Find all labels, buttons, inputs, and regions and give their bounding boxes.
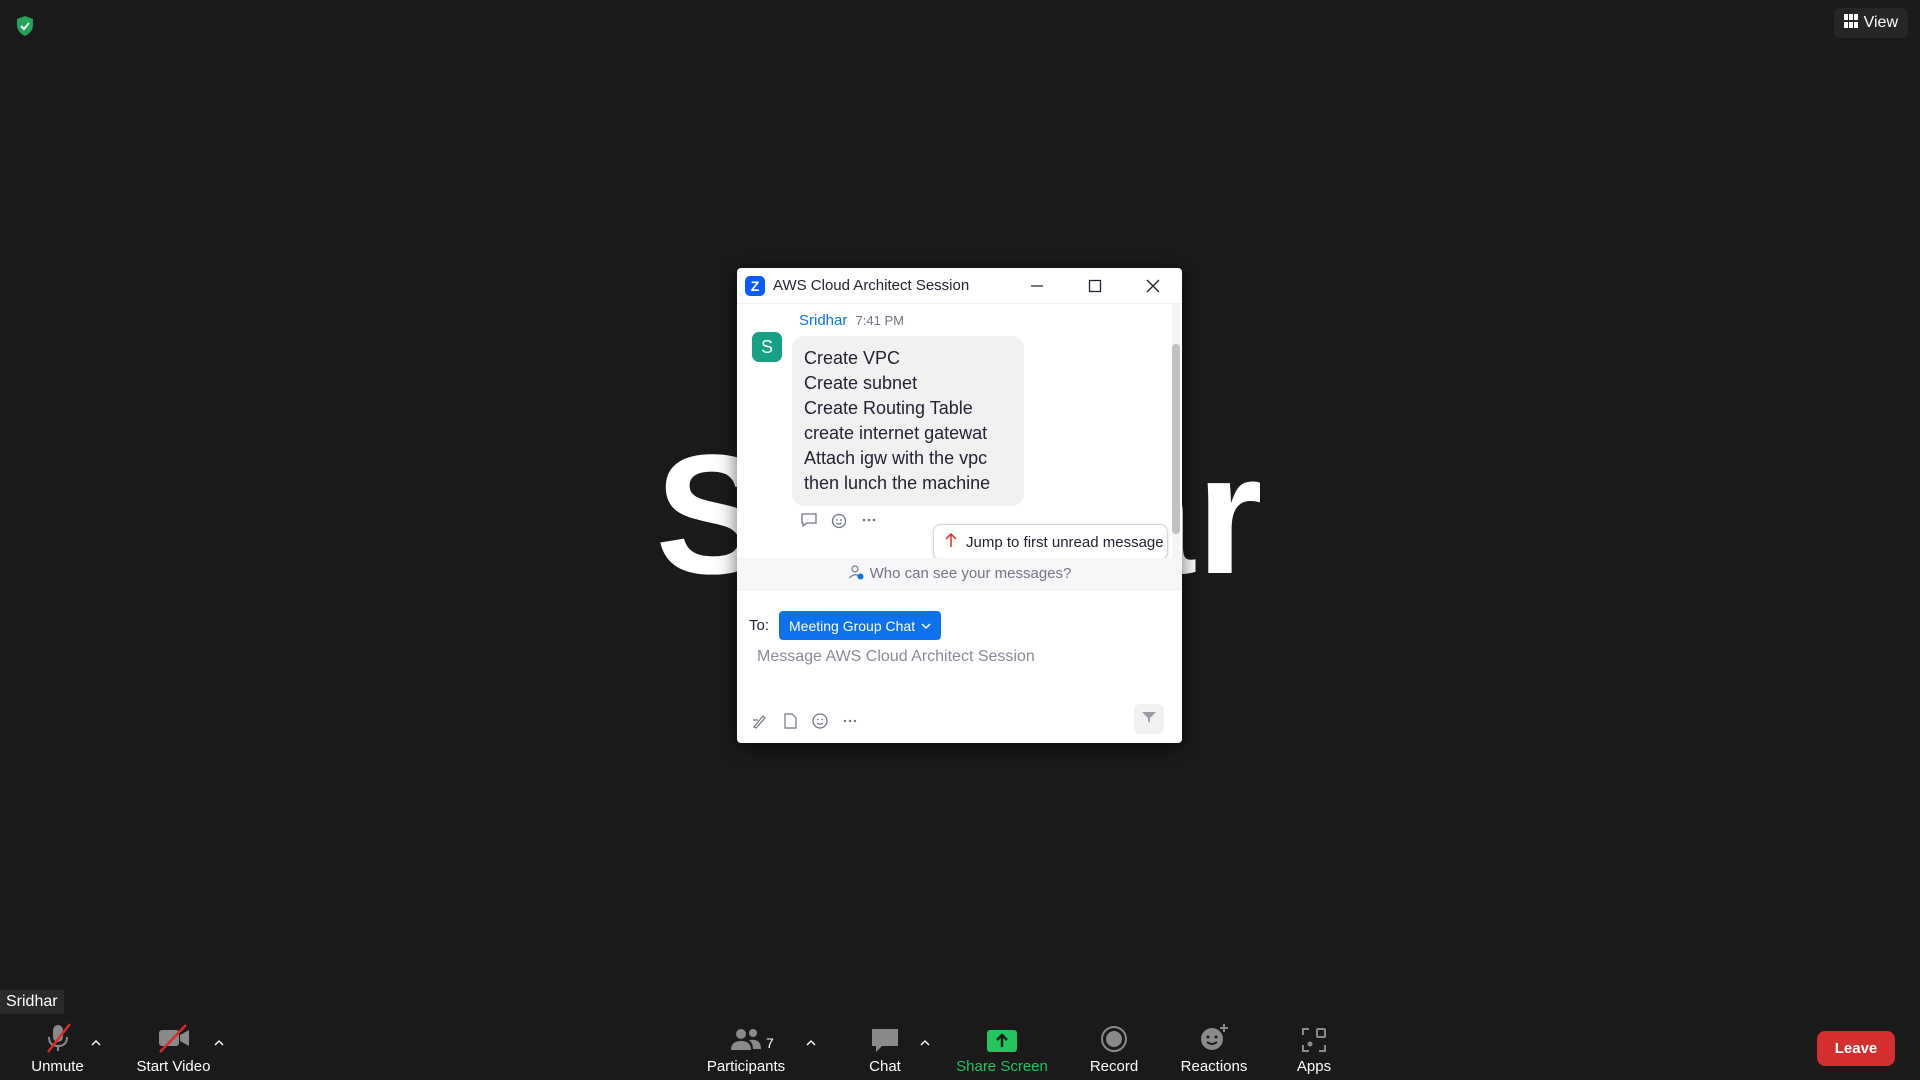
message-line: then lunch the machine bbox=[804, 473, 991, 493]
leave-button[interactable]: Leave bbox=[1817, 1031, 1895, 1066]
maximize-button[interactable] bbox=[1066, 268, 1124, 304]
reactions-button[interactable]: Reactions bbox=[1180, 1018, 1248, 1080]
chat-window-title: AWS Cloud Architect Session bbox=[773, 277, 970, 294]
participants-button[interactable]: Participants bbox=[700, 1018, 792, 1080]
jump-to-unread-button[interactable]: Jump to first unread message bbox=[933, 524, 1168, 560]
more-icon[interactable] bbox=[859, 510, 879, 530]
view-button[interactable]: View bbox=[1833, 8, 1908, 38]
message-input[interactable]: Message AWS Cloud Architect Session bbox=[757, 648, 1035, 666]
zoom-logo-icon: Z bbox=[745, 275, 765, 296]
start-video-button[interactable]: Start Video bbox=[130, 1018, 217, 1080]
grid-icon bbox=[1843, 13, 1858, 33]
message-line: Attach igw with the vpc bbox=[804, 448, 988, 468]
send-button[interactable] bbox=[1134, 704, 1164, 734]
reply-icon[interactable] bbox=[799, 510, 819, 530]
more-options-icon[interactable] bbox=[839, 710, 861, 732]
apps-button[interactable]: Apps bbox=[1294, 1018, 1334, 1080]
who-can-see-link[interactable]: Who can see your messages? bbox=[737, 558, 1182, 590]
share-screen-button[interactable]: Share Screen bbox=[955, 1018, 1049, 1080]
video-options-caret-icon[interactable] bbox=[212, 1036, 226, 1050]
apps-icon bbox=[1300, 1018, 1328, 1054]
share-screen-label: Share Screen bbox=[956, 1058, 1048, 1075]
audio-options-caret-icon[interactable] bbox=[89, 1036, 103, 1050]
recipient-dropdown[interactable]: Meeting Group Chat bbox=[779, 611, 942, 640]
view-label: View bbox=[1863, 14, 1898, 31]
file-icon[interactable] bbox=[779, 710, 801, 732]
send-icon bbox=[1141, 709, 1157, 730]
chat-label: Chat bbox=[869, 1058, 901, 1075]
message-header: Sridhar 7:41 PM bbox=[799, 312, 904, 329]
video-camera-off-icon bbox=[157, 1018, 191, 1054]
to-label: To: bbox=[749, 617, 770, 634]
record-button[interactable]: Record bbox=[1088, 1018, 1140, 1080]
message-time: 7:41 PM bbox=[855, 313, 904, 328]
unmute-button[interactable]: Unmute bbox=[20, 1018, 95, 1080]
microphone-muted-icon bbox=[42, 1018, 74, 1054]
who-can-see-label: Who can see your messages? bbox=[869, 565, 1072, 582]
format-text-icon[interactable] bbox=[749, 710, 771, 732]
unmute-label: Unmute bbox=[31, 1058, 84, 1075]
reactions-label: Reactions bbox=[1180, 1058, 1248, 1075]
start-video-label: Start Video bbox=[136, 1058, 211, 1075]
message-line: Create subnet bbox=[804, 373, 918, 393]
share-screen-icon bbox=[986, 1018, 1018, 1054]
participants-icon bbox=[729, 1018, 763, 1054]
participants-label: Participants bbox=[706, 1058, 786, 1075]
security-shield-icon[interactable] bbox=[13, 14, 37, 38]
record-icon bbox=[1099, 1018, 1129, 1054]
person-privacy-icon bbox=[848, 564, 864, 584]
minimize-button[interactable] bbox=[1008, 268, 1066, 304]
message-line: Create VPC bbox=[804, 348, 901, 368]
message-line: Create Routing Table bbox=[804, 398, 973, 418]
close-button[interactable] bbox=[1124, 268, 1182, 304]
chevron-down-icon bbox=[921, 618, 931, 634]
participants-options-caret-icon[interactable] bbox=[804, 1036, 818, 1050]
arrow-up-icon bbox=[944, 532, 958, 552]
chat-window: Z AWS Cloud Architect Session S Sridhar … bbox=[737, 268, 1182, 743]
meeting-toolbar: Unmute Start Video Participants 7 Chat S… bbox=[0, 1018, 1920, 1080]
participant-count: 7 bbox=[766, 1035, 774, 1051]
chat-titlebar[interactable]: Z AWS Cloud Architect Session bbox=[737, 268, 1182, 304]
record-label: Record bbox=[1089, 1058, 1139, 1075]
scrollbar-thumb[interactable] bbox=[1172, 344, 1180, 534]
participant-name-tag: Sridhar bbox=[0, 990, 64, 1014]
apps-label: Apps bbox=[1296, 1058, 1332, 1075]
message-bubble[interactable]: Create VPC Create subnet Create Routing … bbox=[792, 336, 1024, 506]
compose-tools bbox=[749, 710, 861, 732]
reactions-icon bbox=[1198, 1018, 1230, 1054]
recipient-row: To: Meeting Group Chat bbox=[749, 611, 942, 640]
add-reaction-icon[interactable] bbox=[829, 510, 849, 530]
chat-options-caret-icon[interactable] bbox=[918, 1036, 932, 1050]
message-line: create internet gatewat bbox=[804, 423, 988, 443]
avatar[interactable]: S bbox=[752, 332, 782, 362]
sender-name[interactable]: Sridhar bbox=[799, 312, 847, 329]
message-list[interactable]: S Sridhar 7:41 PM Create VPC Create subn… bbox=[737, 304, 1182, 558]
emoji-icon[interactable] bbox=[809, 710, 831, 732]
chat-bubble-icon bbox=[870, 1018, 900, 1054]
chat-button[interactable]: Chat bbox=[862, 1018, 908, 1080]
jump-label: Jump to first unread message bbox=[966, 533, 1164, 551]
recipient-label: Meeting Group Chat bbox=[789, 617, 916, 634]
